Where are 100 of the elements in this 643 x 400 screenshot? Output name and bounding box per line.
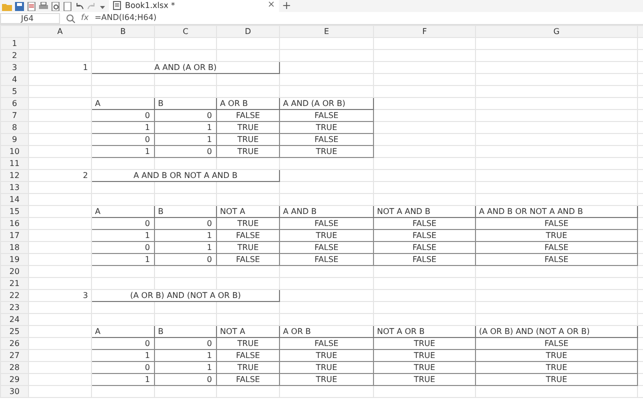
column-label: A OR B — [216, 98, 280, 110]
table-cell: FALSE — [374, 218, 476, 230]
print-icon[interactable] — [39, 2, 48, 10]
expression-title: A AND B OR NOT A AND B — [92, 170, 280, 182]
row-header[interactable]: 6 — [0, 98, 28, 110]
table-cell: FALSE — [476, 254, 638, 266]
close-button[interactable]: × — [267, 0, 275, 12]
row-header[interactable]: 11 — [0, 158, 28, 170]
column-header[interactable]: F — [374, 26, 476, 38]
table-cell: 0 — [92, 218, 154, 230]
table-cell: TRUE — [216, 218, 280, 230]
table-cell: 0 — [92, 242, 154, 254]
row-header[interactable]: 23 — [0, 302, 28, 314]
table-cell: TRUE — [216, 134, 280, 146]
row-header[interactable]: 2 — [0, 50, 28, 62]
expression-title: A AND (A OR B) — [92, 62, 280, 74]
column-label: A — [92, 326, 154, 338]
column-label: A OR B — [280, 326, 374, 338]
column-header[interactable]: B — [92, 26, 154, 38]
row-header[interactable]: 16 — [0, 218, 28, 230]
table-cell: 1 — [154, 122, 216, 134]
column-header[interactable]: C — [154, 26, 216, 38]
table-cell: TRUE — [476, 230, 638, 242]
table-cell: FALSE — [216, 374, 280, 386]
formula-field[interactable]: =AND(I64;H64) — [94, 12, 157, 24]
column-label: A — [92, 98, 154, 110]
table-cell: TRUE — [280, 374, 374, 386]
table-cell: 1 — [92, 122, 154, 134]
column-header[interactable]: E — [280, 26, 374, 38]
table-cell: 1 — [92, 146, 154, 158]
task-number: 3 — [28, 290, 92, 302]
document-icon[interactable] — [27, 2, 36, 10]
save-icon[interactable] — [15, 2, 24, 10]
row-header[interactable]: 5 — [0, 86, 28, 98]
row-header[interactable]: 24 — [0, 314, 28, 326]
column-label: NOT A — [216, 326, 280, 338]
row-header[interactable]: 27 — [0, 350, 28, 362]
table-cell: FALSE — [374, 254, 476, 266]
print-preview-icon[interactable] — [51, 2, 60, 10]
table-cell: FALSE — [476, 338, 638, 350]
table-cell: TRUE — [280, 350, 374, 362]
table-cell: 0 — [154, 146, 216, 158]
column-label: NOT A OR B — [374, 326, 476, 338]
corner-cell[interactable] — [0, 26, 28, 38]
table-cell: TRUE — [216, 242, 280, 254]
row-header[interactable]: 17 — [0, 230, 28, 242]
row-header[interactable]: 29 — [0, 374, 28, 386]
table-cell: TRUE — [216, 362, 280, 374]
function-button[interactable]: fx — [81, 12, 89, 24]
column-header[interactable]: D — [216, 26, 280, 38]
document-tab[interactable]: Book1.xlsx * × — [109, 0, 279, 12]
spreadsheet-icon[interactable] — [113, 1, 121, 10]
table-cell: 1 — [92, 254, 154, 266]
table-cell: FALSE — [476, 218, 638, 230]
row-header[interactable]: 10 — [0, 146, 28, 158]
table-cell: FALSE — [280, 134, 374, 146]
row-header[interactable]: 14 — [0, 194, 28, 206]
table-cell: 1 — [92, 350, 154, 362]
row-header[interactable]: 4 — [0, 74, 28, 86]
row-header[interactable]: 21 — [0, 278, 28, 290]
table-cell: 1 — [92, 230, 154, 242]
column-header[interactable]: G — [476, 26, 638, 38]
table-cell: 0 — [92, 134, 154, 146]
undo-icon[interactable] — [75, 2, 84, 10]
column-label: A AND B OR NOT A AND B — [476, 206, 638, 218]
row-header[interactable]: 7 — [0, 110, 28, 122]
table-cell: FALSE — [216, 350, 280, 362]
row-header[interactable]: 3 — [0, 62, 28, 74]
table-cell: FALSE — [476, 242, 638, 254]
row-header[interactable]: 26 — [0, 338, 28, 350]
table-cell: TRUE — [374, 362, 476, 374]
row-header[interactable]: 18 — [0, 242, 28, 254]
table-cell: TRUE — [374, 374, 476, 386]
table-cell: FALSE — [216, 254, 280, 266]
row-header[interactable]: 12 — [0, 170, 28, 182]
row-header[interactable]: 28 — [0, 362, 28, 374]
table-cell: 0 — [92, 110, 154, 122]
name-box[interactable]: J64 — [0, 12, 60, 24]
table-cell: FALSE — [216, 110, 280, 122]
row-header[interactable]: 1 — [0, 38, 28, 50]
row-header[interactable]: 20 — [0, 266, 28, 278]
row-header[interactable]: 9 — [0, 134, 28, 146]
row-header[interactable]: 25 — [0, 326, 28, 338]
table-cell: TRUE — [280, 230, 374, 242]
table-cell: 0 — [154, 374, 216, 386]
table-cell: 0 — [92, 338, 154, 350]
table-cell: FALSE — [374, 230, 476, 242]
table-cell: TRUE — [216, 338, 280, 350]
row-header[interactable]: 19 — [0, 254, 28, 266]
row-header[interactable]: 30 — [0, 386, 28, 398]
row-header[interactable]: 15 — [0, 206, 28, 218]
new-tab-button[interactable]: + — [282, 0, 292, 12]
row-header[interactable]: 22 — [0, 290, 28, 302]
table-cell: 1 — [154, 230, 216, 242]
row-header[interactable]: 8 — [0, 122, 28, 134]
column-label: B — [154, 326, 216, 338]
table-cell: TRUE — [216, 146, 280, 158]
column-header[interactable]: A — [28, 26, 92, 38]
zoom-icon[interactable] — [66, 14, 75, 22]
row-header[interactable]: 13 — [0, 182, 28, 194]
